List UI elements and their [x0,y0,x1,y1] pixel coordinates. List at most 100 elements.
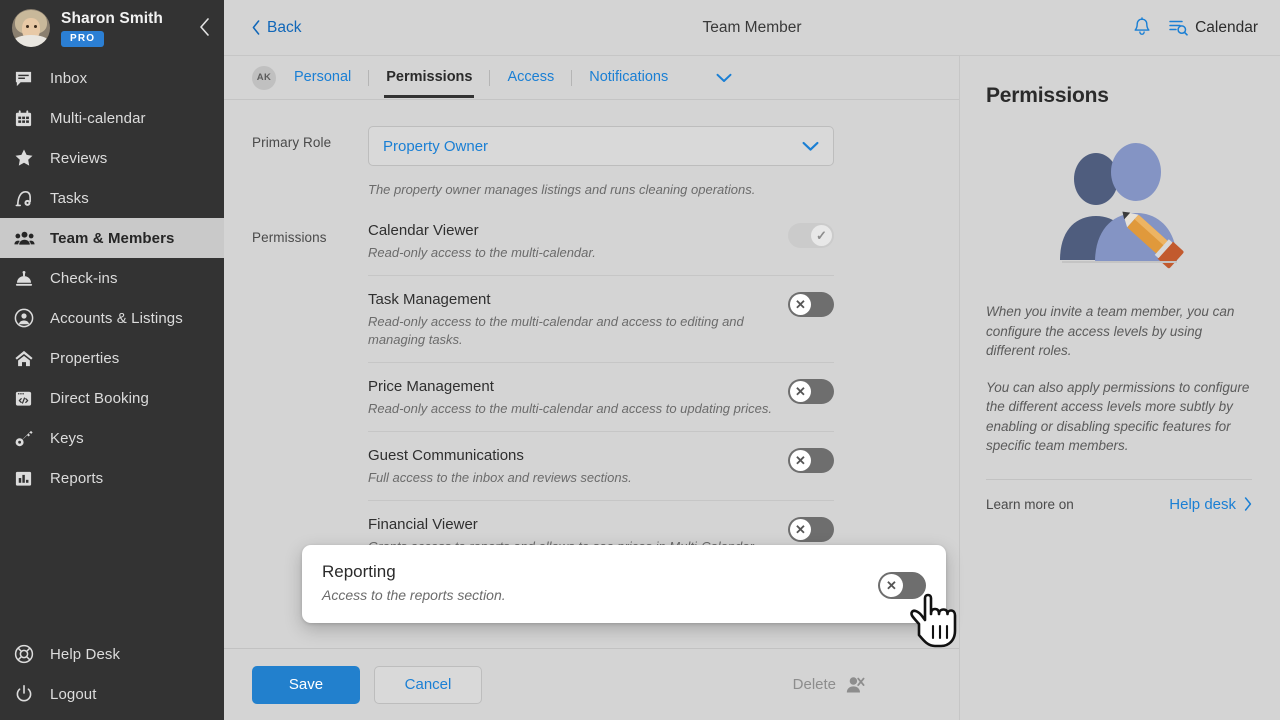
help-desk-label: Help desk [1169,495,1236,513]
save-button[interactable]: Save [252,665,360,704]
sidebar-item-team-members[interactable]: Team & Members [0,218,224,258]
sidebar-item-logout[interactable]: Logout [0,674,224,714]
permissions-label: Permissions [252,229,327,245]
permission-toggle[interactable]: ✕ [788,291,834,317]
permission-toggle[interactable]: ✕ [788,517,834,543]
avatar [12,9,50,47]
sidebar-item-label: Direct Booking [50,389,149,407]
sidebar-item-label: Inbox [50,69,88,87]
tab-personal[interactable]: Personal [294,57,351,98]
right-panel-paragraph-2: You can also apply permissions to config… [986,379,1250,454]
pro-badge: PRO [61,30,105,47]
tab-notifications[interactable]: Notifications [589,57,668,98]
permission-title: Task Management [368,290,491,308]
permission-desc: Read-only access to the multi-calendar. [368,244,596,260]
primary-role-value: Property Owner [383,137,489,155]
member-initials-avatar: AK [252,65,276,90]
permission-desc: Read-only access to the multi-calendar a… [368,401,772,417]
tab-divider [489,69,491,86]
permission-toggle[interactable]: ✕ [788,379,834,405]
bell-desk-icon [14,269,44,288]
sidebar-item-label: Properties [50,349,120,367]
permission-toggle[interactable]: ✓ [788,222,834,248]
sidebar-item-reports[interactable]: Reports [0,458,224,498]
inbox-icon [14,69,44,88]
sidebar-item-label: Keys [50,429,84,447]
sidebar-item-label: Multi-calendar [50,109,146,127]
back-label: Back [267,18,302,36]
permission-text: Guest Communications Full access to the … [368,446,788,487]
sidebar-item-check-ins[interactable]: Check-ins [0,258,224,298]
permission-item-price-management: Price Management Read-only access to the… [368,363,834,433]
permission-desc: Read-only access to the multi-calendar a… [368,313,744,347]
back-button[interactable]: Back [252,19,301,37]
sidebar-item-label: Check-ins [50,269,118,287]
tab-bar: AK Personal Permissions Access Notificat… [224,56,959,100]
sidebar-item-label: Logout [50,685,97,703]
sidebar-item-help-desk[interactable]: Help Desk [0,634,224,674]
calendar-search-icon [1169,19,1188,36]
sidebar-item-properties[interactable]: Properties [0,338,224,378]
sidebar-item-inbox[interactable]: Inbox [0,58,224,98]
sidebar-item-accounts-listings[interactable]: Accounts & Listings [0,298,224,338]
sidebar-item-keys[interactable]: Keys [0,418,224,458]
primary-role-row: Primary Role Property Owner The property… [224,126,959,199]
bell-icon[interactable] [1133,17,1151,38]
app-root: Sharon Smith PRO Inbox Multi-calendar Re… [0,0,1280,720]
cancel-button[interactable]: Cancel [374,665,482,704]
sidebar-bottom-nav: Help Desk Logout [0,634,224,720]
sidebar-item-label: Accounts & Listings [50,309,183,327]
close-icon: ✕ [790,381,811,403]
right-panel-paragraph-1: When you invite a team member, you can c… [986,304,1235,359]
sidebar-item-multi-calendar[interactable]: Multi-calendar [0,98,224,138]
sidebar-item-reviews[interactable]: Reviews [0,138,224,178]
sidebar-item-tasks[interactable]: Tasks [0,178,224,218]
calendar-button[interactable]: Calendar [1169,19,1258,37]
calendar-label: Calendar [1195,18,1258,36]
tab-permissions[interactable]: Permissions [384,57,475,98]
sidebar-item-label: Reports [50,469,104,487]
people-icon [14,229,44,248]
permission-text: Reporting Access to the reports section. [322,562,878,606]
permission-toggle[interactable]: ✕ [788,448,834,474]
tab-access[interactable]: Access [507,57,554,98]
permission-text: Price Management Read-only access to the… [368,377,788,418]
close-icon: ✕ [880,573,903,597]
sidebar-nav: Inbox Multi-calendar Reviews Tasks Team … [0,58,224,498]
sidebar-user-profile[interactable]: Sharon Smith PRO [0,0,224,56]
help-desk-link[interactable]: Help desk [1169,496,1252,513]
key-icon [14,428,44,448]
sidebar-item-label: Help Desk [50,645,121,663]
permission-title: Reporting [322,562,396,582]
permissions-row: Permissions Calendar Viewer Read-only ac… [224,221,959,571]
permission-desc: Full access to the inbox and reviews sec… [368,470,632,486]
close-icon: ✕ [790,450,811,472]
account-circle-icon [14,308,44,328]
sidebar-item-direct-booking[interactable]: Direct Booking [0,378,224,418]
primary-role-select[interactable]: Property Owner [368,126,834,166]
close-icon: ✕ [790,293,811,315]
learn-more-label: Learn more on [986,496,1074,512]
sidebar-item-label: Reviews [50,149,108,167]
permission-text: Calendar Viewer Read-only access to the … [368,221,788,262]
permission-desc: Access to the reports section. [322,587,506,604]
page-title: Team Member [702,18,802,36]
chevron-down-icon[interactable] [716,73,732,83]
chevron-left-icon[interactable] [199,18,210,36]
primary-role-label: Primary Role [252,135,332,150]
permission-title: Financial Viewer [368,516,478,534]
primary-role-body: Property Owner The property owner manage… [368,126,834,199]
reporting-permission-card: Reporting Access to the reports section.… [302,545,946,623]
sidebar-item-label: Tasks [50,189,89,207]
team-permissions-illustration [986,142,1252,270]
action-bar: Save Cancel Delete [224,648,959,720]
vacuum-icon [14,189,44,208]
reporting-toggle[interactable]: ✕ [878,571,926,599]
delete-label: Delete [792,676,836,693]
permission-item-guest-communications: Guest Communications Full access to the … [368,432,834,502]
delete-button[interactable]: Delete [793,675,865,695]
bar-chart-icon [14,469,44,488]
chevron-left-icon [252,20,260,35]
right-info-panel: Permissions When you invite a team membe… [960,56,1280,720]
check-icon: ✓ [811,224,832,246]
